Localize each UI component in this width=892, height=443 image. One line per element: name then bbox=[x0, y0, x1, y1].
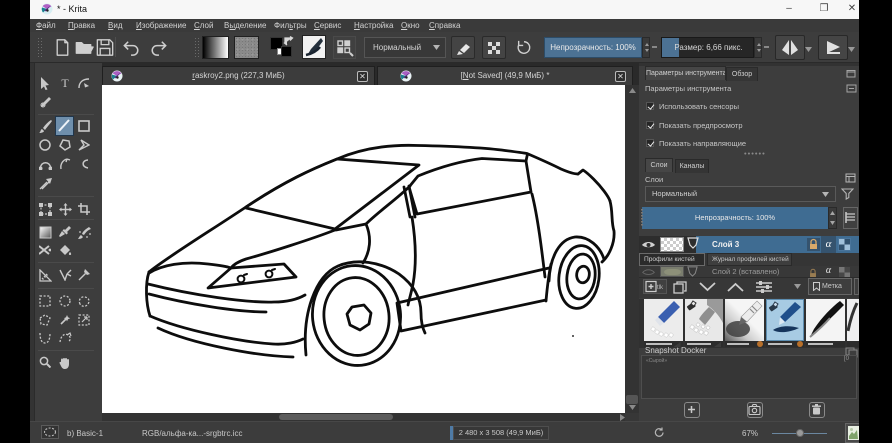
svg-text:tlk: tlk bbox=[657, 285, 664, 291]
